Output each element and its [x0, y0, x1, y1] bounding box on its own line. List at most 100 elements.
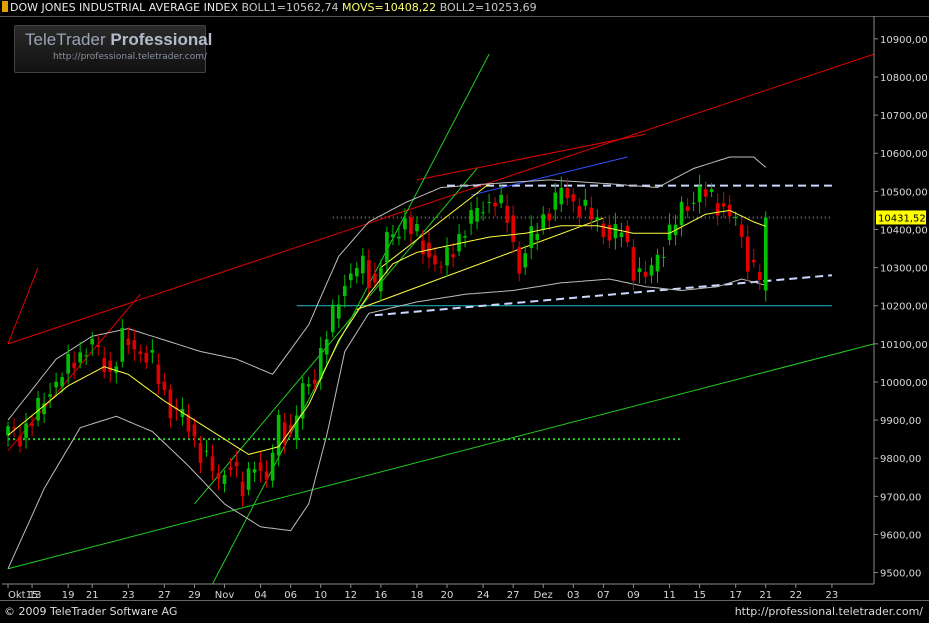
- candle-body: [751, 259, 756, 263]
- candle-body: [150, 349, 155, 353]
- candle-body: [84, 355, 88, 357]
- candle-body: [234, 461, 239, 467]
- candle-body: [553, 192, 558, 210]
- chart-window: DOW JONES INDUSTRIAL AVERAGE INDEX BOLL1…: [0, 0, 929, 623]
- y-tick-label: 9600,00: [880, 530, 921, 541]
- candle-body: [481, 212, 485, 214]
- candle-body: [577, 206, 582, 218]
- candle-body: [439, 266, 443, 268]
- candle-body: [409, 217, 413, 235]
- candle-body: [72, 362, 76, 369]
- candle-body: [12, 427, 16, 429]
- candle-body: [306, 384, 311, 387]
- candle-body: [493, 202, 497, 207]
- candle-body: [198, 443, 203, 463]
- candle-body: [745, 236, 750, 272]
- y-tick-label: 10100,00: [880, 340, 928, 351]
- candle-body: [703, 189, 708, 197]
- footer-url-link[interactable]: http://professional.teletrader.com/: [735, 605, 923, 618]
- y-tick-label: 10800,00: [880, 73, 928, 84]
- candle-body: [373, 273, 377, 283]
- candle-body: [475, 207, 479, 222]
- candle-body: [721, 203, 726, 207]
- candle-body: [523, 253, 528, 268]
- candle-body: [733, 216, 738, 218]
- candle-body: [96, 344, 101, 347]
- candle-body: [739, 224, 744, 237]
- candle-body: [258, 462, 263, 472]
- candle-body: [222, 475, 227, 485]
- candle-body: [348, 273, 353, 281]
- candle-body: [144, 352, 149, 363]
- candle-body: [30, 423, 34, 426]
- y-tick-label: 10900,00: [880, 35, 928, 46]
- y-tick-label: 10300,00: [880, 264, 928, 275]
- bollinger-upper-series: [7, 156, 767, 421]
- candle-body: [763, 217, 768, 291]
- red-upper-short-trendline: [416, 133, 646, 181]
- candle-body: [324, 339, 329, 355]
- candle-body: [709, 189, 714, 193]
- y-tick-label: 10000,00: [880, 378, 928, 389]
- candle-body: [529, 226, 534, 249]
- candle-body: [595, 217, 600, 221]
- support-dashed-trendline: [374, 274, 832, 317]
- candle-body: [535, 233, 540, 241]
- candle-body: [517, 247, 521, 274]
- candle-body: [637, 268, 642, 273]
- candle-body: [120, 327, 125, 362]
- candle-body: [661, 256, 666, 258]
- candle-body: [565, 188, 570, 199]
- plot-area: [6, 53, 875, 585]
- candle-body: [511, 215, 515, 242]
- candle-body: [342, 286, 347, 297]
- candle-body: [397, 236, 401, 239]
- candle-body: [619, 232, 624, 238]
- candle-body: [487, 202, 491, 204]
- candle-body: [312, 379, 317, 384]
- candle-body: [541, 214, 546, 230]
- candle-body: [336, 304, 341, 319]
- candle-body: [643, 271, 648, 277]
- status-bar: © 2009 TeleTrader Software AG http://pro…: [0, 600, 929, 623]
- candle-body: [114, 366, 119, 373]
- candle-body: [204, 450, 209, 452]
- candle-body: [102, 357, 107, 373]
- y-tick-label: 9700,00: [880, 492, 921, 503]
- candle-body: [451, 254, 455, 258]
- candle-body: [126, 338, 131, 346]
- teletrader-logo: TeleTrader Professional http://professio…: [14, 25, 212, 73]
- candle-body: [415, 224, 419, 232]
- candle-body: [108, 360, 113, 372]
- logo-subtitle: http://professional.teletrader.com/: [53, 52, 208, 62]
- candle-body: [547, 213, 552, 221]
- candle-body: [613, 224, 618, 239]
- candle-body: [421, 240, 425, 255]
- y-tick-label: 10200,00: [880, 302, 928, 313]
- candle-body: [757, 271, 762, 280]
- candle-body: [403, 218, 407, 230]
- y-tick-label: 10400,00: [880, 225, 928, 236]
- axes: 9500,00 9600,00 9700,00 9800,00 9900,00 10000…: [2, 16, 928, 601]
- candle-body: [583, 199, 588, 206]
- candle-body: [625, 225, 630, 243]
- candle-body: [138, 351, 143, 355]
- candle-body: [276, 414, 281, 456]
- candle-body: [156, 364, 161, 385]
- candle-body: [463, 236, 467, 238]
- candle-body: [132, 340, 137, 350]
- candle-body: [318, 348, 323, 379]
- candle-body: [559, 187, 564, 205]
- candle-body: [24, 423, 28, 438]
- bollinger-lower-series: [7, 278, 766, 570]
- price-chart[interactable]: 9500,00 9600,00 9700,00 9800,00 9900,00 10000…: [0, 0, 929, 622]
- candle-body: [90, 338, 95, 345]
- candle-body: [469, 210, 473, 224]
- y-tick-label: 9900,00: [880, 416, 921, 427]
- candle-body: [361, 255, 365, 274]
- candle-body: [433, 255, 437, 265]
- candle-body: [499, 194, 503, 204]
- y-tick-label: 10500,00: [880, 187, 928, 198]
- candle-body: [252, 469, 257, 473]
- candle-body: [48, 394, 52, 397]
